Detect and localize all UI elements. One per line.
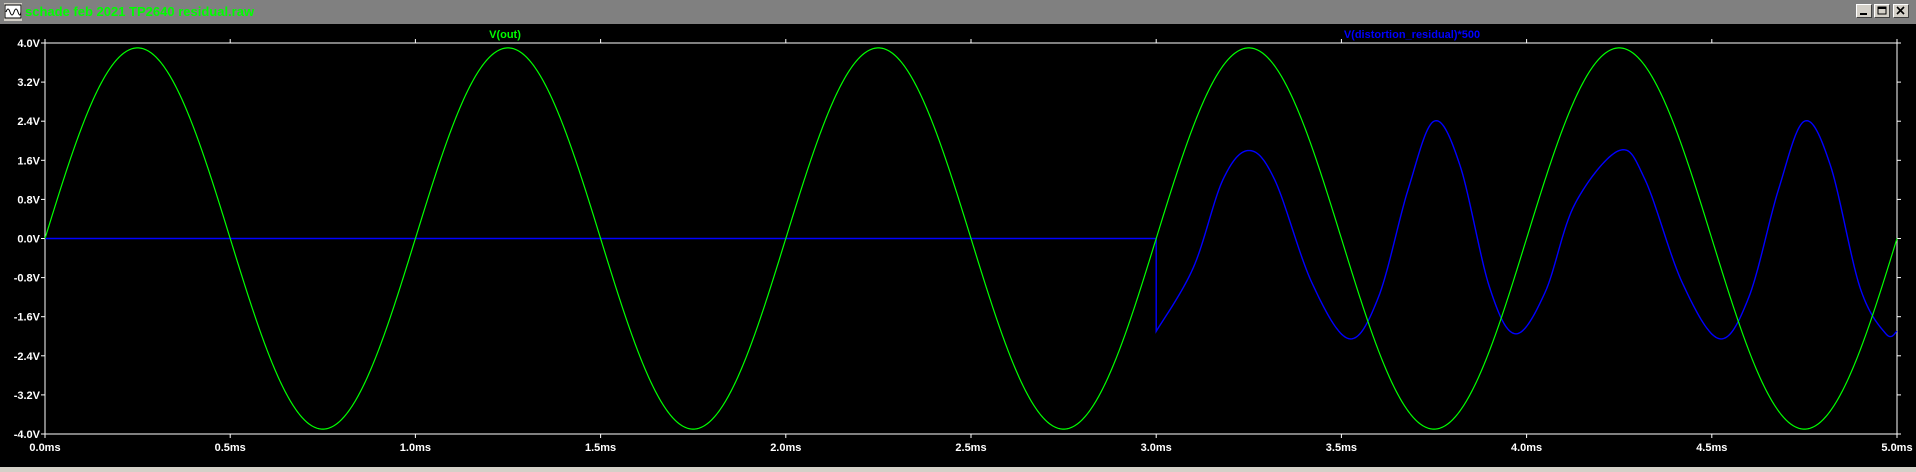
x-tick-label: 3.0ms	[1141, 442, 1172, 454]
maximize-button[interactable]	[1874, 4, 1890, 18]
y-tick-label: 1.6V	[17, 155, 40, 167]
y-tick-label: 0.0V	[17, 234, 40, 246]
x-tick-label: 1.5ms	[585, 442, 616, 454]
x-tick-label: 0.5ms	[215, 442, 246, 454]
window-title: schade feb 2021 TP2640 residual.raw	[25, 4, 255, 19]
y-tick-label: -1.6V	[14, 312, 41, 324]
plot-area[interactable]: 4.0V 3.2V 2.4V 1.6V 0.8V 0.0V -0.8V -1.6V -2.4V -…	[0, 24, 1916, 467]
waveform-viewer-window: schade feb 2021 TP2640 residual.raw 4.0V…	[0, 0, 1916, 467]
waveform-plot[interactable]: 4.0V 3.2V 2.4V 1.6V 0.8V 0.0V -0.8V -1.6V -2.4V -…	[0, 24, 1916, 467]
x-tick-label: 4.0ms	[1511, 442, 1542, 454]
x-tick-label: 1.0ms	[400, 442, 431, 454]
y-tick-label: -2.4V	[14, 351, 41, 363]
y-tick-label: 0.8V	[17, 194, 40, 206]
y-tick-label: -3.2V	[14, 390, 41, 402]
y-tick-label: -0.8V	[14, 273, 41, 285]
y-tick-label: -4.0V	[14, 429, 41, 441]
minimize-icon	[1860, 13, 1867, 15]
x-tick-label: 2.5ms	[955, 442, 986, 454]
maximize-icon	[1877, 6, 1887, 15]
y-tick-label: 2.4V	[17, 116, 40, 128]
legend-distortion-residual: V(distortion_residual)*500	[1344, 29, 1480, 41]
legend-vout: V(out)	[489, 29, 521, 41]
minimize-button[interactable]	[1856, 4, 1872, 18]
x-tick-label: 2.0ms	[770, 442, 801, 454]
close-button[interactable]	[1893, 4, 1909, 18]
waveform-icon	[4, 3, 22, 21]
series-distortion-residual-line	[45, 119, 1898, 340]
y-tick-label: 3.2V	[17, 77, 40, 89]
title-bar[interactable]: schade feb 2021 TP2640 residual.raw	[0, 0, 1916, 24]
x-tick-label: 0.0ms	[29, 442, 60, 454]
x-tick-label: 3.5ms	[1326, 442, 1357, 454]
x-tick-label: 4.5ms	[1696, 442, 1727, 454]
y-tick-label: 4.0V	[17, 38, 40, 50]
x-tick-label: 5.0ms	[1881, 442, 1912, 454]
close-icon	[1896, 6, 1905, 15]
